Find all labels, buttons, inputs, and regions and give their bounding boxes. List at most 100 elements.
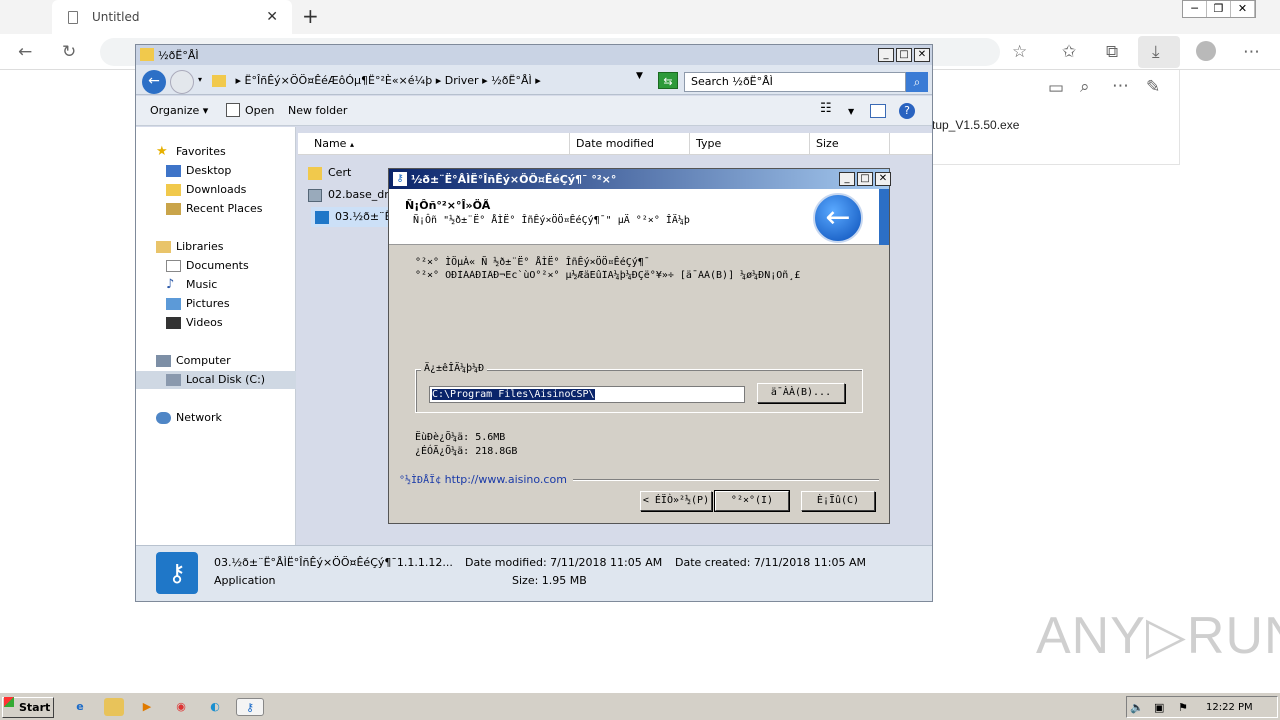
downloads-more-icon[interactable]: ⋯ bbox=[1112, 76, 1129, 96]
network-tray-icon[interactable]: ▣ bbox=[1154, 701, 1164, 714]
brand-link[interactable]: °½ÌÐÅÏ¢ http://www.aisino.com bbox=[399, 473, 567, 486]
new-tab-button[interactable]: + bbox=[302, 4, 319, 28]
history-dropdown-icon[interactable]: ▾ bbox=[198, 75, 202, 84]
browse-button[interactable]: ä¯ÀÀ(B)... bbox=[757, 383, 845, 403]
breadcrumb-sep: ▸ bbox=[482, 74, 492, 87]
installer-titlebar[interactable]: ⚷ ½ð±¨Ë°ÅÌË°ÎñÊý×ÖÖ¤ÊéÇý¶¯ °²×° bbox=[389, 169, 889, 189]
breadcrumb-item[interactable]: Driver bbox=[445, 74, 479, 87]
favorites-icon[interactable]: ✩ bbox=[1062, 42, 1076, 62]
space-available: ¿ÉÓÃ¿Õ¼ä: 218.8GB bbox=[415, 446, 518, 457]
nav-desktop[interactable]: Desktop bbox=[136, 162, 296, 180]
recent-places-icon bbox=[166, 203, 181, 215]
install-button[interactable]: °²×°(I) bbox=[714, 490, 790, 512]
folder-icon bbox=[212, 75, 226, 87]
close-button[interactable]: ✕ bbox=[875, 172, 891, 186]
views-icon[interactable]: ☷ bbox=[820, 101, 832, 116]
installer-taskbar-icon[interactable]: ⚷ bbox=[236, 698, 264, 716]
close-button[interactable]: ✕ bbox=[1231, 1, 1255, 17]
profile-avatar[interactable] bbox=[1196, 41, 1216, 61]
close-tab-icon[interactable]: ✕ bbox=[266, 9, 278, 25]
explorer-titlebar[interactable]: ½ðË°ÅÌ bbox=[136, 45, 932, 65]
new-folder-button[interactable]: New folder bbox=[288, 104, 347, 117]
banner-title: Ñ¡Ôñ°²×°Î»ÖÃ bbox=[405, 199, 491, 212]
nav-label: Recent Places bbox=[186, 202, 263, 215]
views-dropdown-icon[interactable]: ▼ bbox=[848, 107, 854, 116]
search-downloads-icon[interactable]: ⌕ bbox=[1080, 77, 1090, 97]
more-icon[interactable]: ⋯ bbox=[1243, 42, 1260, 62]
nav-documents[interactable]: Documents bbox=[136, 257, 296, 275]
ie-icon[interactable]: e bbox=[70, 698, 90, 716]
flag-icon[interactable]: ⚑ bbox=[1178, 701, 1188, 714]
chrome-icon[interactable]: ◉ bbox=[171, 698, 191, 716]
nav-pictures[interactable]: Pictures bbox=[136, 295, 296, 313]
maximize-button[interactable]: □ bbox=[857, 172, 873, 186]
close-button[interactable]: ✕ bbox=[914, 48, 930, 62]
nav-local-disk[interactable]: Local Disk (C:) bbox=[136, 371, 296, 389]
nav-libraries[interactable]: Libraries bbox=[136, 238, 296, 256]
page-icon bbox=[68, 10, 78, 24]
minimize-button[interactable]: _ bbox=[878, 48, 894, 62]
download-filename[interactable]: tup_V1.5.50.exe bbox=[932, 118, 1019, 132]
search-icon[interactable]: ⌕ bbox=[906, 72, 928, 92]
drive-icon bbox=[166, 374, 181, 386]
description-line-1: °²×° ÌÖµÀ« Ñ ½ð±¨Ë° ÅÌË° ÎñÊý×ÖÖ¤ÊéÇý¶¯ bbox=[415, 257, 650, 268]
maximize-button[interactable]: □ bbox=[896, 48, 912, 62]
browser-window-controls: ─ ❐ ✕ bbox=[1182, 0, 1256, 18]
nav-favorites[interactable]: ★ Favorites bbox=[136, 143, 296, 161]
open-button[interactable]: Open bbox=[245, 104, 274, 117]
back-button[interactable]: ← bbox=[142, 70, 166, 94]
nav-music[interactable]: ♪ Music bbox=[136, 276, 296, 294]
minimize-button[interactable]: _ bbox=[839, 172, 855, 186]
nav-recent-places[interactable]: Recent Places bbox=[136, 200, 296, 218]
open-folder-icon[interactable]: ▭ bbox=[1048, 78, 1064, 98]
column-type[interactable]: Type bbox=[690, 133, 810, 155]
column-size[interactable]: Size bbox=[810, 133, 890, 155]
nav-label: Pictures bbox=[186, 297, 230, 310]
reload-icon[interactable]: ↻ bbox=[62, 42, 76, 62]
cancel-button[interactable]: È¡Ïû(C) bbox=[801, 491, 875, 511]
breadcrumb-sep: ▸ bbox=[235, 74, 245, 87]
separator bbox=[573, 479, 879, 481]
nav-computer[interactable]: Computer bbox=[136, 352, 296, 370]
organize-button[interactable]: Organize ▾ bbox=[150, 104, 208, 117]
column-label: Name bbox=[314, 137, 347, 150]
breadcrumb-item[interactable]: ½ðË°ÅÌ bbox=[491, 74, 532, 87]
back-arrow-icon[interactable]: ← bbox=[18, 42, 32, 62]
nav-label: Documents bbox=[186, 259, 249, 272]
nav-network[interactable]: Network bbox=[136, 409, 296, 427]
preview-pane-icon[interactable] bbox=[870, 104, 886, 118]
clock[interactable]: 12:22 PM bbox=[1206, 702, 1253, 713]
media-player-icon[interactable]: ▶ bbox=[137, 698, 157, 716]
installer-app-icon: ⚷ bbox=[393, 172, 407, 186]
edge-icon[interactable]: ◐ bbox=[205, 698, 225, 716]
documents-icon bbox=[166, 260, 181, 272]
column-date-modified[interactable]: Date modified bbox=[570, 133, 690, 155]
help-icon[interactable]: ? bbox=[899, 103, 915, 119]
volume-icon[interactable]: 🔈 bbox=[1130, 701, 1144, 714]
refresh-icon[interactable]: ⇆ bbox=[658, 72, 678, 89]
collections-icon[interactable]: ⧉ bbox=[1106, 42, 1118, 62]
explorer-taskbar-icon[interactable] bbox=[104, 698, 124, 716]
file-name: Cert bbox=[328, 166, 352, 179]
star-icon: ★ bbox=[156, 144, 168, 159]
add-favorite-icon[interactable]: ☆ bbox=[1012, 42, 1027, 62]
breadcrumb-item[interactable]: Ë°ÎñÊý×ÖÖ¤ÊéÆôÓµ¶Ë°²È«×é¼þ bbox=[245, 74, 433, 87]
maximize-button[interactable]: ❐ bbox=[1207, 1, 1231, 17]
back-step-button[interactable]: < ÉÏÒ»²½(P) bbox=[640, 491, 712, 511]
column-name[interactable]: Name ▴ bbox=[308, 133, 570, 155]
brand-label: °½ÌÐÅÏ¢ bbox=[399, 475, 442, 486]
detail-modified: Date modified: 7/11/2018 11:05 AM bbox=[465, 556, 663, 569]
path-dropdown-icon[interactable]: ▼ bbox=[636, 71, 643, 81]
nav-videos[interactable]: Videos bbox=[136, 314, 296, 332]
browser-tab[interactable]: Untitled ✕ bbox=[52, 0, 292, 34]
breadcrumb[interactable]: ▸ Ë°ÎñÊý×ÖÖ¤ÊéÆôÓµ¶Ë°²È«×é¼þ ▸ Driver ▸ … bbox=[212, 71, 652, 91]
nav-downloads[interactable]: Downloads bbox=[136, 181, 296, 199]
forward-button[interactable] bbox=[170, 70, 194, 94]
pin-icon[interactable]: ✎ bbox=[1146, 77, 1160, 97]
breadcrumb-sep: ▸ bbox=[435, 74, 445, 87]
search-input[interactable]: Search ½ðË°ÅÌ bbox=[684, 72, 906, 92]
libraries-icon bbox=[156, 241, 171, 253]
detail-name: 03.½ð±¨Ë°ÅÌË°ÎñÊý×ÖÖ¤ÊéÇý¶¯1.1.1.12... bbox=[214, 556, 453, 569]
minimize-button[interactable]: ─ bbox=[1183, 1, 1207, 17]
install-path-input[interactable]: C:\Program Files\AisinoCSP\ bbox=[429, 386, 745, 403]
